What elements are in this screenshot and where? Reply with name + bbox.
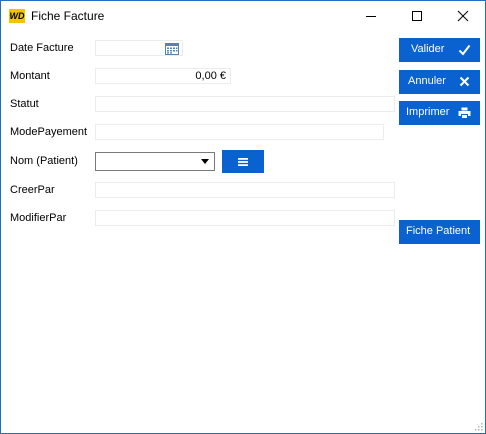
app-logo-icon: WD: [9, 9, 25, 23]
creer-par-field[interactable]: [95, 182, 395, 198]
calendar-icon[interactable]: [165, 42, 179, 55]
annuler-button[interactable]: Annuler: [399, 70, 480, 94]
modifier-par-field[interactable]: [95, 210, 395, 226]
imprimer-button[interactable]: Imprimer: [399, 101, 480, 125]
valider-label: Valider: [411, 43, 445, 55]
check-icon: [458, 44, 471, 56]
resize-grip-icon[interactable]: [473, 421, 483, 431]
fiche-patient-label: Fiche Patient: [406, 225, 471, 237]
fiche-facture-window: WD Fiche Facture Date Facture Montant 0,…: [0, 0, 486, 434]
annuler-label: Annuler: [408, 75, 446, 87]
montant-field[interactable]: 0,00 €: [95, 68, 231, 84]
mode-payement-field[interactable]: [95, 124, 384, 140]
list-icon: [238, 158, 248, 166]
valider-button[interactable]: Valider: [399, 38, 480, 62]
creer-par-label: CreerPar: [10, 184, 55, 196]
modifier-par-label: ModifierPar: [10, 212, 67, 224]
date-facture-label: Date Facture: [10, 42, 74, 54]
close-x-icon: [459, 76, 470, 87]
minimize-icon: [366, 16, 376, 17]
imprimer-label: Imprimer: [406, 106, 450, 118]
chevron-down-icon[interactable]: [201, 159, 209, 164]
mode-payement-label: ModePayement: [10, 126, 88, 138]
statut-field[interactable]: [95, 96, 395, 112]
nom-patient-combobox[interactable]: [95, 152, 215, 171]
montant-label: Montant: [10, 70, 50, 82]
statut-label: Statut: [10, 98, 39, 110]
title-bar[interactable]: WD Fiche Facture: [1, 1, 485, 31]
nom-patient-label: Nom (Patient): [10, 155, 78, 167]
patient-list-button[interactable]: [222, 150, 264, 173]
close-icon: [457, 10, 469, 22]
minimize-button[interactable]: [348, 1, 394, 31]
date-facture-field[interactable]: [95, 40, 183, 56]
window-title: Fiche Facture: [31, 9, 105, 23]
maximize-button[interactable]: [394, 1, 440, 31]
maximize-icon: [412, 11, 422, 21]
fiche-patient-button[interactable]: Fiche Patient: [399, 220, 480, 244]
window-close-button[interactable]: [440, 1, 486, 31]
montant-value: 0,00 €: [195, 70, 226, 82]
printer-icon: [458, 107, 471, 119]
